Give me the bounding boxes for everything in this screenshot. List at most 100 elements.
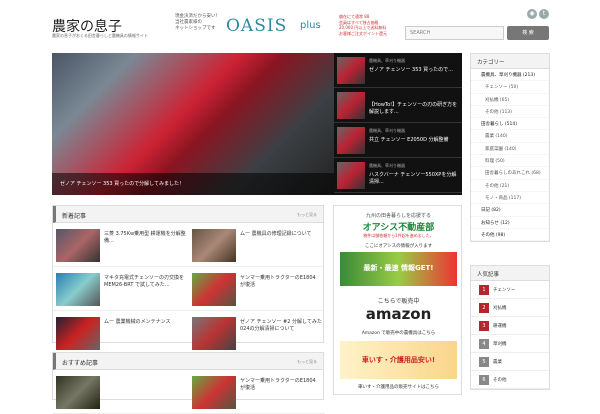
post-title: ヤンマー乗用トラクターのE1804 が復活 xyxy=(240,378,316,391)
post-thumbnail xyxy=(56,317,100,350)
sidebar-category-item[interactable]: その他 (113) xyxy=(471,106,549,119)
slide-thumbnail xyxy=(337,92,365,119)
ranking-widget: 人気記事 1 チェンソー 2 刈払機 3 耕運機 4 草刈機 5 農業 6 その他 xyxy=(470,265,550,390)
sidebar-category-item[interactable]: チェンソー (50) xyxy=(471,81,549,94)
slide-thumbnail xyxy=(337,127,365,154)
ranking-item[interactable]: 2 刈払機 xyxy=(471,299,549,317)
hero-slider[interactable]: ゼノア チェンソー 353 買ったので分解してみました！ xyxy=(52,53,334,195)
ranking-item[interactable]: 1 チェンソー xyxy=(471,281,549,299)
more-link[interactable]: もっと見る xyxy=(297,359,317,365)
banner-left-text: 現金決済だから安い！ 当社農家様の ネットショップです xyxy=(175,14,220,31)
section-header: 新着記事 もっと見る xyxy=(53,206,323,223)
post-title: ゼノア チェンソー #2 分解してみた 024の分解清掃について xyxy=(240,319,322,332)
slide-item[interactable]: 農機具、草刈り機器 ゼノア チェンソー 353 買ったので... xyxy=(334,53,462,88)
slide-thumbnail xyxy=(337,162,365,189)
ranking-item[interactable]: 6 その他 xyxy=(471,371,549,389)
slide-thumbnail xyxy=(337,57,365,84)
rank-number-badge: 5 xyxy=(479,357,489,367)
rss-icon[interactable]: ◉ xyxy=(527,9,537,19)
post-card[interactable]: ムー 農業機械のメンテナンス xyxy=(53,311,189,355)
sidebar-title: カテゴリー xyxy=(471,54,549,69)
section-header: おすすめ記事 もっと見る xyxy=(53,353,323,370)
sidebar-category-item[interactable]: その他 (98) xyxy=(471,229,549,242)
ranking-item[interactable]: 5 農業 xyxy=(471,353,549,371)
rank-number-badge: 6 xyxy=(479,375,489,385)
ranking-item[interactable]: 4 草刈機 xyxy=(471,335,549,353)
sidebar-category-item[interactable]: 刈払機 (65) xyxy=(471,94,549,106)
post-card[interactable]: ヤンマー乗用トラクターのE1804 が復活 xyxy=(189,267,325,311)
info-get-banner[interactable]: 最新・最速 情報GET! xyxy=(340,252,457,286)
post-thumbnail xyxy=(192,229,236,262)
slide-item[interactable]: 【HowTo!】チェンソーの刃の研ぎ方を解説します... xyxy=(334,88,462,123)
recommended-section: おすすめ記事 もっと見る ヤンマー乗用トラクターのE1804 が復活 xyxy=(52,352,325,414)
amazon-logo[interactable]: amazon xyxy=(340,305,457,323)
slide-category: 農機具、草刈り機器 xyxy=(369,163,405,168)
search-button[interactable]: 検 索 xyxy=(507,26,549,40)
rank-number-badge: 4 xyxy=(479,339,489,349)
ad-subtext: 物件は御依頼から1件起を進めました。 xyxy=(363,233,434,238)
rank-label: チェンソー xyxy=(493,288,516,293)
post-card[interactable]: ゼノア チェンソー #2 分解してみた 024の分解清掃について xyxy=(189,311,325,355)
post-thumbnail xyxy=(56,376,100,409)
rank-label: 農業 xyxy=(493,360,502,365)
oasis-realestate-logo[interactable]: オアシス不動産部 xyxy=(340,220,457,233)
sidebar-category-item[interactable]: 田舎暮らし (514) xyxy=(471,118,549,131)
post-title: ヤンマー乗用トラクターのE1804 が復活 xyxy=(240,275,316,288)
ad-column: 九州の田舎暮らしを応援する オアシス不動産部 物件は御依頼から1件起を進めました… xyxy=(333,205,462,395)
slide-category: 農機具、草刈り機器 xyxy=(369,128,405,133)
sidebar-category-item[interactable]: 日記 (82) xyxy=(471,204,549,217)
rank-label: 草刈機 xyxy=(493,342,507,347)
sidebar-category-item[interactable]: 農業 (140) xyxy=(471,130,549,143)
oasis-banner[interactable]: 現金決済だから安い！ 当社農家様の ネットショップです OASIS plus 偏… xyxy=(175,14,395,38)
ranking-item[interactable]: 3 耕運機 xyxy=(471,317,549,335)
amazon-label: こちらで販売中 xyxy=(377,298,420,305)
sidebar-category-item[interactable]: 家庭菜園 (140) xyxy=(471,143,549,156)
search-input[interactable]: SEARCH xyxy=(405,26,504,40)
sidebar-category-item[interactable]: 農機具、草刈り機器 (213) xyxy=(471,69,549,82)
post-thumbnail xyxy=(192,376,236,409)
wheelchair-banner[interactable]: 車いす・介護用品安い! xyxy=(340,341,457,379)
rank-label: 刈払機 xyxy=(493,306,507,311)
category-sidebar: カテゴリー 農機具、草刈り機器 (213) チェンソー (50) 刈払機 (65) そ… xyxy=(470,53,550,243)
post-thumbnail xyxy=(56,273,100,306)
post-thumbnail xyxy=(56,229,100,262)
rank-label: その他 xyxy=(493,378,507,383)
twitter-icon[interactable]: t xyxy=(539,9,549,19)
site-description: 農家の息子がおくる田舎暮らしと農機具の情報サイト xyxy=(52,33,148,38)
post-card[interactable]: ヤンマー乗用トラクターのE1804 が復活 xyxy=(189,370,325,414)
sidebar-category-item[interactable]: 田舎暮らしのあれこれ (68) xyxy=(471,167,549,180)
post-title: ムー 農業機械のメンテナンス xyxy=(104,319,171,325)
slide-item[interactable]: 農機具、草刈り機器 ハスクバーナ チェンソー550XPを分解清掃... xyxy=(334,158,462,193)
section-title: おすすめ記事 xyxy=(62,360,99,367)
post-title: ムー 農機具の修理記録について xyxy=(240,231,312,237)
section-title: 新着記事 xyxy=(62,213,87,220)
slide-title: ゼノア チェンソー 353 買ったので... xyxy=(369,67,453,73)
slide-title: 【HowTo!】チェンソーの刃の研ぎ方を解説します... xyxy=(369,102,458,115)
new-posts-section: 新着記事 もっと見る 三菱 3.75Kw乗用型 耕運機を分解整備... ムー 農… xyxy=(52,205,325,355)
post-card[interactable]: 三菱 3.75Kw乗用型 耕運機を分解整備... xyxy=(53,223,189,267)
post-card[interactable]: ムー 農機具の修理記録について xyxy=(189,223,325,267)
sidebar-category-item[interactable]: その他 (21) xyxy=(471,180,549,192)
ad-caption[interactable]: Amazon で販売中の農機具はこちら xyxy=(340,330,457,336)
sidebar-category-item[interactable]: お知らせ (12) xyxy=(471,217,549,229)
rank-label: 耕運機 xyxy=(493,324,507,329)
ad-caption[interactable]: 車いす・介護用品の販売サイトはこちら xyxy=(340,384,457,390)
sidebar-category-item[interactable]: 料理 (50) xyxy=(471,155,549,168)
oasis-logo: OASIS xyxy=(226,16,288,36)
rank-number-badge: 1 xyxy=(479,285,489,295)
ad-caption[interactable]: ここにオアシスの情報が入ります xyxy=(340,243,457,249)
hero-caption[interactable]: ゼノア チェンソー 353 買ったので分解してみました！ xyxy=(52,173,334,195)
ranking-title: 人気記事 xyxy=(471,266,549,281)
post-thumbnail xyxy=(192,317,236,350)
more-link[interactable]: もっと見る xyxy=(297,212,317,218)
sidebar-category-item[interactable]: モノ・商品 (117) xyxy=(471,192,549,205)
post-title: マキタ充電式チェンソーの刃交換をMEM26-BRT で試してみた... xyxy=(104,275,185,288)
slide-item[interactable]: 農機具、草刈り機器 共立 チェンソー E2050D 分解整備 xyxy=(334,123,462,158)
banner-right-text: 偏在にて通常 88 会員はすべて独占価格 20,000 円以上で送料無料 お客様… xyxy=(339,14,387,36)
rank-number-badge: 2 xyxy=(479,303,489,313)
post-card[interactable] xyxy=(53,370,189,414)
oasis-logo-plus: plus xyxy=(300,20,321,31)
slide-category: 農機具、草刈り機器 xyxy=(369,58,405,63)
post-card[interactable]: マキタ充電式チェンソーの刃交換をMEM26-BRT で試してみた... xyxy=(53,267,189,311)
slide-title: 共立 チェンソー E2050D 分解整備 xyxy=(369,137,449,143)
